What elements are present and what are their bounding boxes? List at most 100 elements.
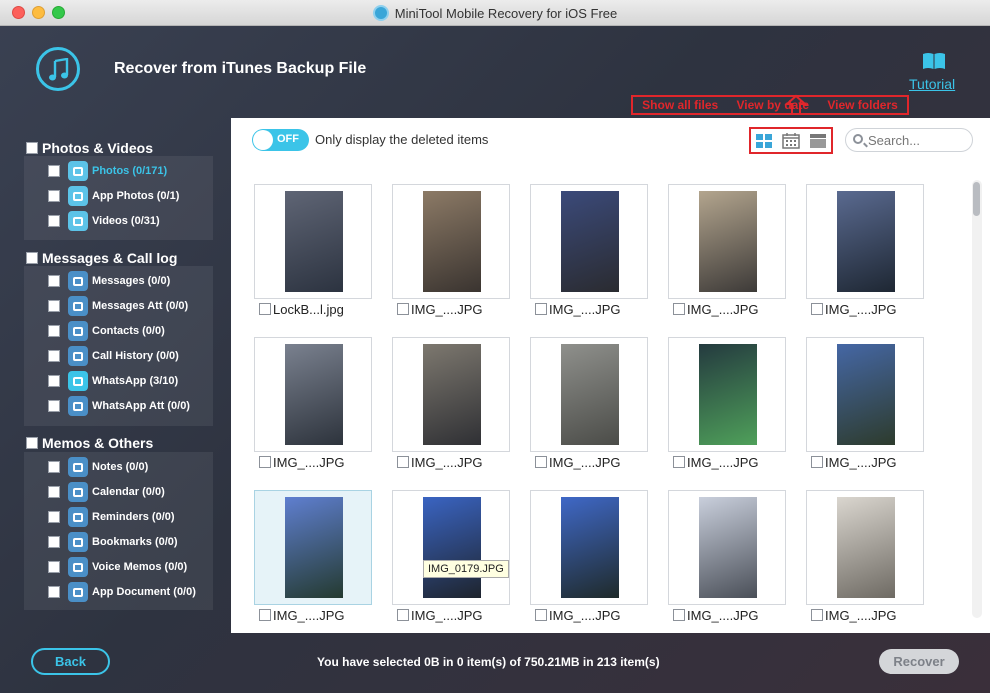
thumbnail-filename: IMG_....JPG xyxy=(549,301,621,317)
thumbnail-checkbox[interactable] xyxy=(535,609,547,621)
sidebar-item-checkbox[interactable] xyxy=(48,300,60,312)
folder-view-icon[interactable] xyxy=(809,133,827,149)
sidebar-item[interactable]: Messages Att (0/0) xyxy=(48,295,188,317)
thumbnail-checkbox[interactable] xyxy=(259,456,271,468)
category-label: Memos & Others xyxy=(42,435,154,451)
sidebar-item[interactable]: Contacts (0/0) xyxy=(48,320,165,342)
category-checkbox[interactable] xyxy=(26,437,38,449)
sidebar-item[interactable]: Photos (0/171) xyxy=(48,160,167,182)
photo-preview-image xyxy=(699,191,757,292)
sidebar-item[interactable]: App Photos (0/1) xyxy=(48,185,179,207)
sidebar-item[interactable]: WhatsApp Att (0/0) xyxy=(48,395,190,417)
photo-thumbnail[interactable] xyxy=(530,184,648,299)
thumbnail-checkbox[interactable] xyxy=(811,303,823,315)
toggle-knob xyxy=(253,130,273,150)
photo-thumbnail[interactable] xyxy=(668,490,786,605)
sidebar-item[interactable]: WhatsApp (3/10) xyxy=(48,370,178,392)
sidebar-item-checkbox[interactable] xyxy=(48,165,60,177)
sidebar-item-checkbox[interactable] xyxy=(48,461,60,473)
sidebar-item[interactable]: App Document (0/0) xyxy=(48,581,196,603)
category-messages-call-log[interactable]: Messages & Call log xyxy=(26,250,177,266)
photo-thumbnail[interactable] xyxy=(530,490,648,605)
sidebar-item[interactable]: Voice Memos (0/0) xyxy=(48,556,187,578)
grid-view-icon[interactable] xyxy=(755,133,773,149)
sidebar-item-label: Calendar (0/0) xyxy=(92,486,165,498)
thumbnail-checkbox[interactable] xyxy=(397,609,409,621)
sidebar-item[interactable]: Messages (0/0) xyxy=(48,270,170,292)
thumbnail-filename: IMG_....JPG xyxy=(273,607,345,623)
bookmarks-icon xyxy=(68,532,88,552)
thumbnail-checkbox[interactable] xyxy=(397,303,409,315)
category-photos-videos[interactable]: Photos & Videos xyxy=(26,140,153,156)
thumbnail-checkbox[interactable] xyxy=(811,609,823,621)
photo-thumbnail[interactable] xyxy=(392,490,510,605)
thumbnail-filename: IMG_....JPG xyxy=(825,607,897,623)
thumbnail-checkbox[interactable] xyxy=(673,456,685,468)
sidebar-item-checkbox[interactable] xyxy=(48,586,60,598)
video-icon xyxy=(68,211,88,231)
sidebar-item-checkbox[interactable] xyxy=(48,400,60,412)
app-document-icon xyxy=(68,582,88,602)
sidebar-item[interactable]: Calendar (0/0) xyxy=(48,481,165,503)
sidebar-item[interactable]: Reminders (0/0) xyxy=(48,506,175,528)
photo-thumbnail[interactable] xyxy=(254,337,372,452)
thumbnail-filename: IMG_....JPG xyxy=(273,454,345,470)
thumbnail-scrollbar[interactable] xyxy=(972,180,982,618)
thumbnail-checkbox[interactable] xyxy=(397,456,409,468)
thumbnail-checkbox[interactable] xyxy=(673,609,685,621)
sidebar-item-checkbox[interactable] xyxy=(48,215,60,227)
sidebar-item-checkbox[interactable] xyxy=(48,486,60,498)
photo-thumbnail[interactable] xyxy=(530,337,648,452)
photo-preview-image xyxy=(423,191,481,292)
thumbnail-checkbox[interactable] xyxy=(259,609,271,621)
photo-preview-image xyxy=(699,497,757,598)
photo-thumbnail[interactable] xyxy=(392,337,510,452)
search-box xyxy=(845,128,973,152)
photo-thumbnail[interactable] xyxy=(392,184,510,299)
tutorial-link[interactable]: Tutorial xyxy=(909,76,955,92)
photo-thumbnail[interactable] xyxy=(254,490,372,605)
thumbnail-checkbox[interactable] xyxy=(259,303,271,315)
book-icon[interactable] xyxy=(922,52,946,70)
photo-thumbnail[interactable] xyxy=(668,337,786,452)
sidebar-item-label: Messages Att (0/0) xyxy=(92,300,189,312)
category-checkbox[interactable] xyxy=(26,252,38,264)
app-window: MiniTool Mobile Recovery for iOS Free Re… xyxy=(0,0,990,693)
sidebar-item-checkbox[interactable] xyxy=(48,561,60,573)
back-button[interactable]: Back xyxy=(31,648,110,675)
sidebar-item-checkbox[interactable] xyxy=(48,190,60,202)
message-icon xyxy=(68,271,88,291)
sidebar-item-checkbox[interactable] xyxy=(48,375,60,387)
category-memos-others[interactable]: Memos & Others xyxy=(26,435,153,451)
thumbnail-filename: IMG_....JPG xyxy=(687,607,759,623)
category-checkbox[interactable] xyxy=(26,142,38,154)
recover-button[interactable]: Recover xyxy=(879,649,959,674)
thumbnail-filename: IMG_....JPG xyxy=(687,454,759,470)
window-title-wrap: MiniTool Mobile Recovery for iOS Free xyxy=(0,0,990,26)
photo-thumbnail[interactable] xyxy=(806,184,924,299)
calendar-view-icon[interactable] xyxy=(782,132,800,149)
sidebar-item-label: Reminders (0/0) xyxy=(92,511,175,523)
photo-thumbnail[interactable] xyxy=(806,490,924,605)
sidebar-item-checkbox[interactable] xyxy=(48,536,60,548)
thumbnail-checkbox[interactable] xyxy=(673,303,685,315)
thumbnail-checkbox[interactable] xyxy=(811,456,823,468)
thumbnail-checkbox[interactable] xyxy=(535,456,547,468)
message-attachment-icon xyxy=(68,296,88,316)
photo-thumbnail[interactable] xyxy=(254,184,372,299)
deleted-only-toggle[interactable]: OFF xyxy=(252,129,309,151)
sidebar-item[interactable]: Bookmarks (0/0) xyxy=(48,531,178,553)
sidebar-item[interactable]: Call History (0/0) xyxy=(48,345,179,367)
sidebar-item-checkbox[interactable] xyxy=(48,511,60,523)
sidebar-item-checkbox[interactable] xyxy=(48,325,60,337)
search-input[interactable] xyxy=(868,131,968,149)
scrollbar-thumb[interactable] xyxy=(973,182,980,216)
sidebar-item[interactable]: Videos (0/31) xyxy=(48,210,160,232)
contacts-icon xyxy=(68,321,88,341)
sidebar-item[interactable]: Notes (0/0) xyxy=(48,456,148,478)
photo-thumbnail[interactable] xyxy=(806,337,924,452)
sidebar-item-checkbox[interactable] xyxy=(48,275,60,287)
thumbnail-checkbox[interactable] xyxy=(535,303,547,315)
photo-thumbnail[interactable] xyxy=(668,184,786,299)
sidebar-item-checkbox[interactable] xyxy=(48,350,60,362)
